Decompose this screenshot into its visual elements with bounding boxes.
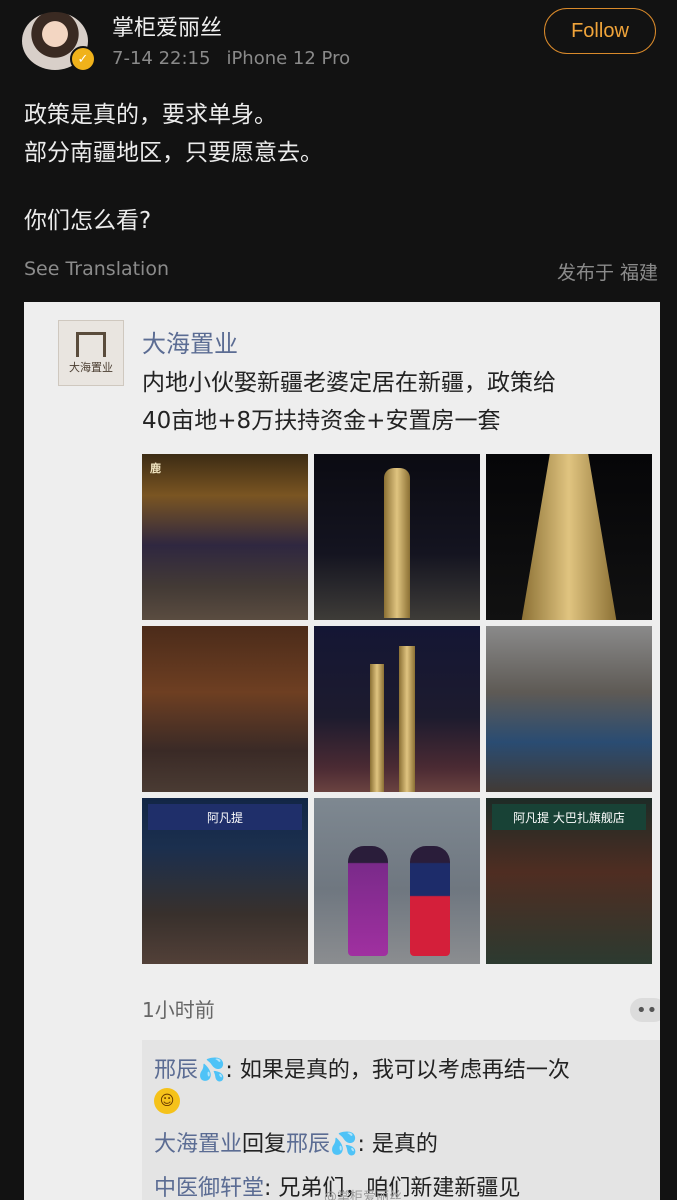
- comment-1: 邢辰💦: 如果是真的，我可以考虑再结一次: [154, 1058, 570, 1083]
- photo-minaret[interactable]: [314, 454, 480, 620]
- post-device: iPhone 12 Pro: [226, 48, 351, 69]
- post-line-1: 政策是真的，要求单身。: [24, 102, 277, 128]
- tower-icon: [521, 454, 617, 620]
- minaret-icon: [398, 646, 415, 792]
- comment-text: 是真的: [371, 1132, 438, 1157]
- verified-badge-icon: ✓: [70, 46, 96, 72]
- grin-emoji-icon: ☺: [154, 1088, 180, 1114]
- minaret-icon: [384, 468, 410, 618]
- reply-target-name[interactable]: 邢辰: [286, 1132, 330, 1157]
- post-meta: 7-14 22:15 iPhone 12 Pro: [112, 48, 350, 69]
- post-body: 政策是真的，要求单身。 部分南疆地区，只要愿意去。 你们怎么看?: [24, 96, 323, 240]
- comment-text: 如果是真的，我可以考虑再结一次: [239, 1058, 570, 1083]
- comment-1-emoji: ☺: [154, 1086, 180, 1114]
- post-line-3: 你们怎么看?: [24, 208, 152, 234]
- more-dots-icon[interactable]: ••: [630, 998, 660, 1022]
- see-translation-link[interactable]: See Translation: [24, 258, 169, 280]
- shop-sign: 阿凡提 大巴扎旗舰店: [492, 804, 646, 830]
- watermark: @掌柜爱丽丝: [324, 1190, 403, 1200]
- post-time: 7-14 22:15: [112, 48, 211, 69]
- photo-bazaar-night[interactable]: 鹿: [142, 454, 308, 620]
- commenter-name[interactable]: 中医御轩堂: [154, 1176, 264, 1200]
- logo-text: 大海置业: [69, 360, 113, 374]
- business-post-line-1: 内地小伙娶新疆老婆定居在新疆，政策给: [142, 370, 556, 396]
- photo-women-traditional-dress[interactable]: [314, 798, 480, 964]
- business-name: 大海置业: [142, 330, 238, 358]
- post-line-2: 部分南疆地区，只要愿意去。: [24, 140, 323, 166]
- reply-label: 回复: [242, 1132, 287, 1157]
- photo-market-stall[interactable]: [486, 626, 652, 792]
- photo-minarets-night[interactable]: [314, 626, 480, 792]
- photo-building[interactable]: [142, 626, 308, 792]
- comment-2: 大海置业回复邢辰💦: 是真的: [154, 1132, 438, 1157]
- commenter-name[interactable]: 邢辰: [154, 1058, 198, 1083]
- business-post-text: 内地小伙娶新疆老婆定居在新疆，政策给 40亩地+8万扶持资金+安置房一套: [142, 364, 652, 440]
- shop-sign: 阿凡提: [148, 804, 302, 830]
- follow-button[interactable]: Follow: [544, 8, 656, 54]
- business-logo: 大海置业: [58, 320, 124, 386]
- time-ago: 1小时前: [142, 998, 215, 1022]
- minaret-icon: [370, 664, 385, 792]
- post-location: 发布于 福建: [556, 262, 658, 284]
- person-figure: [348, 846, 388, 956]
- photo-bazaar-store[interactable]: 阿凡提 大巴扎旗舰店: [486, 798, 652, 964]
- sweat-drops-icon: 💦: [198, 1058, 226, 1083]
- photo-sign-text: 鹿: [150, 462, 161, 475]
- person-figure: [410, 846, 450, 956]
- sweat-drops-icon: 💦: [330, 1132, 358, 1157]
- author-name[interactable]: 掌柜爱丽丝: [112, 10, 222, 42]
- business-post-line-2: 40亩地+8万扶持资金+安置房一套: [142, 408, 501, 434]
- house-logo-icon: [76, 331, 106, 357]
- photo-tower[interactable]: [486, 454, 652, 620]
- embedded-screenshot[interactable]: 大海置业 大海置业 内地小伙娶新疆老婆定居在新疆，政策给 40亩地+8万扶持资金…: [24, 302, 660, 1200]
- photo-shopfront[interactable]: 阿凡提: [142, 798, 308, 964]
- comment-box: 邢辰💦: 如果是真的，我可以考虑再结一次 ☺ 大海置业回复邢辰💦: 是真的 中医…: [142, 1040, 660, 1200]
- commenter-name[interactable]: 大海置业: [154, 1132, 242, 1157]
